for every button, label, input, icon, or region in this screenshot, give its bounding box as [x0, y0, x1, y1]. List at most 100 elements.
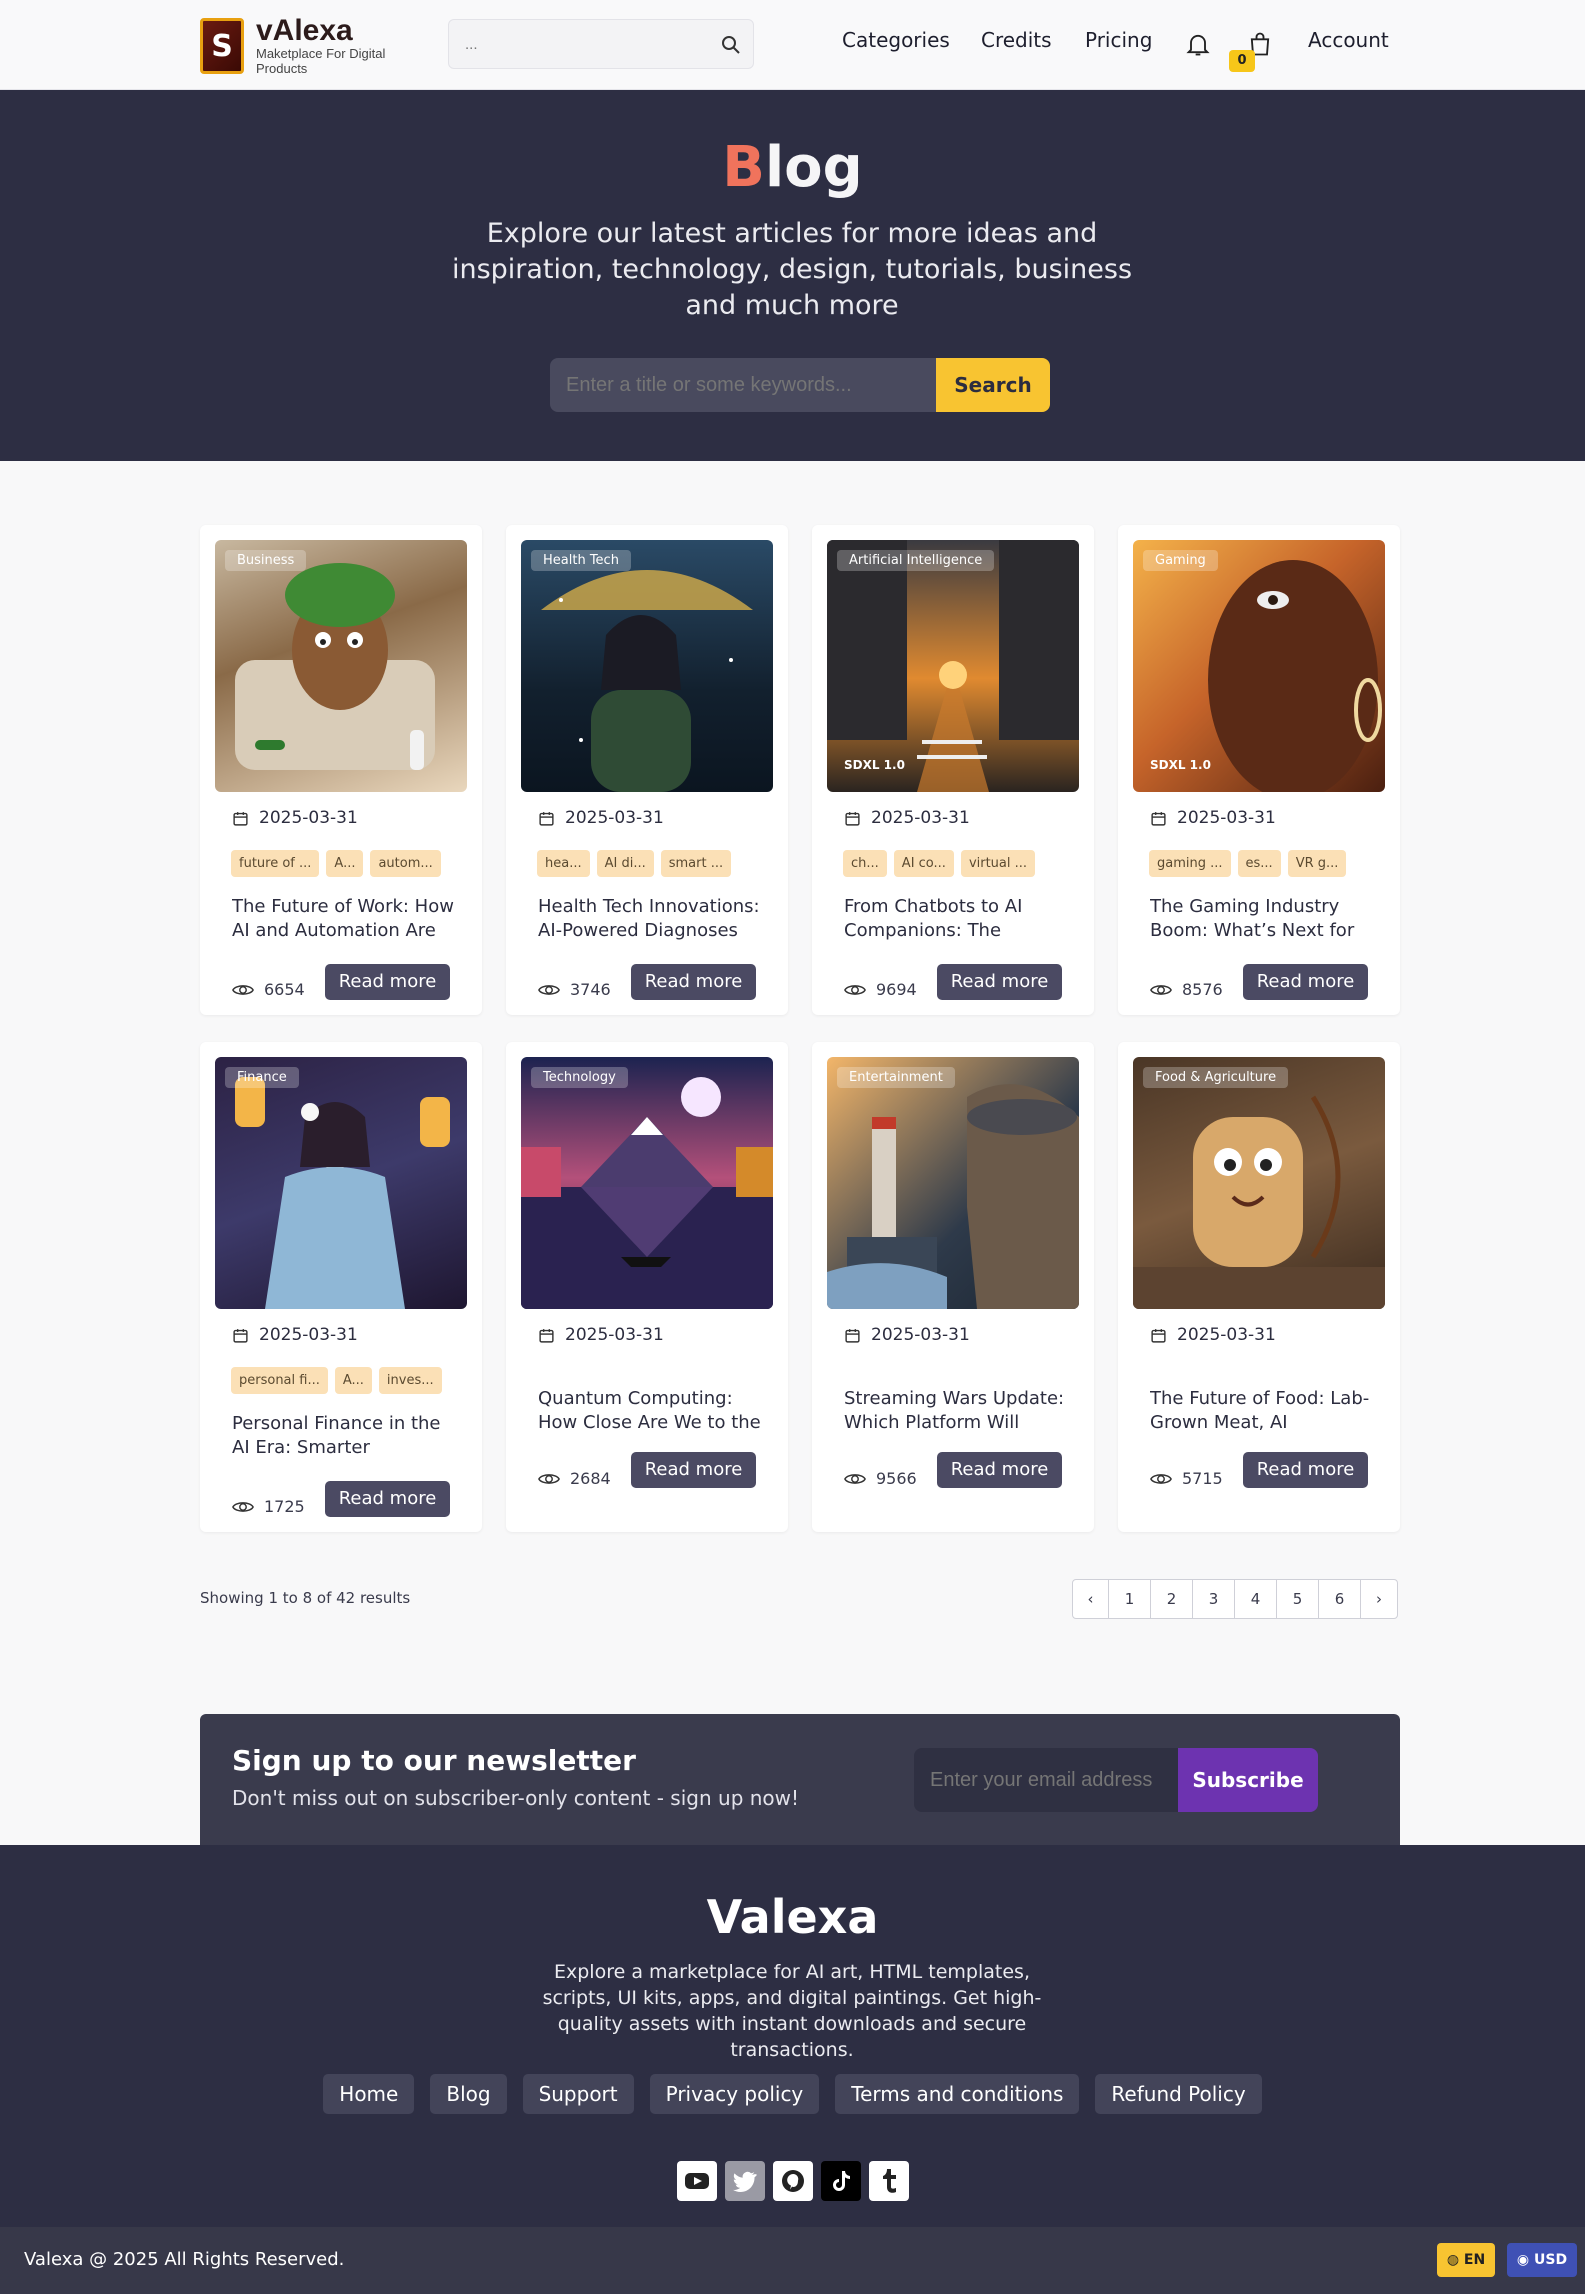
- footer-bottom-bar: Valexa @ 2025 All Rights Reserved. ◍ EN …: [0, 2227, 1585, 2294]
- page-6-button[interactable]: 6: [1319, 1580, 1361, 1618]
- card-image[interactable]: Entertainment: [827, 1057, 1079, 1309]
- card-title[interactable]: The Gaming Industry Boom: What’s Next fo…: [1150, 895, 1376, 943]
- tag-chip[interactable]: smart ...: [660, 850, 732, 877]
- page-4-button[interactable]: 4: [1235, 1580, 1277, 1618]
- tag-chip[interactable]: AI co...: [893, 850, 954, 877]
- category-badge[interactable]: Entertainment: [837, 1067, 955, 1088]
- tree-character-illustration: [235, 563, 435, 770]
- read-more-button[interactable]: Read more: [631, 1452, 756, 1488]
- card-title[interactable]: Quantum Computing: How Close Are We to t…: [538, 1387, 764, 1435]
- tumblr-icon[interactable]: [868, 2161, 909, 2201]
- category-badge[interactable]: Gaming: [1143, 550, 1218, 571]
- youtube-icon[interactable]: [676, 2161, 717, 2201]
- nav-pricing[interactable]: Pricing: [1085, 28, 1152, 52]
- page-3-button[interactable]: 3: [1193, 1580, 1235, 1618]
- tiktok-icon[interactable]: [820, 2161, 861, 2201]
- blog-hero: Blog Explore our latest articles for mor…: [0, 90, 1585, 461]
- footer-description: Explore a marketplace for AI art, HTML t…: [542, 1961, 1042, 2061]
- card-title[interactable]: Streaming Wars Update: Which Platform Wi…: [844, 1387, 1070, 1435]
- read-more-button[interactable]: Read more: [937, 964, 1062, 1000]
- category-badge[interactable]: Health Tech: [531, 550, 631, 571]
- eye-icon: [1150, 1473, 1172, 1484]
- page-1-button[interactable]: 1: [1109, 1580, 1151, 1618]
- card-image[interactable]: Business: [215, 540, 467, 792]
- footer-link-refund[interactable]: Refund Policy: [1095, 2074, 1262, 2114]
- category-badge[interactable]: Artificial Intelligence: [837, 550, 995, 571]
- tag-chip[interactable]: VR g...: [1287, 850, 1347, 877]
- card-image[interactable]: Gaming SDXL 1.0: [1133, 540, 1385, 792]
- subscribe-button[interactable]: Subscribe: [1178, 1748, 1318, 1812]
- category-badge[interactable]: Business: [225, 550, 307, 571]
- tag-chip[interactable]: es...: [1237, 850, 1281, 877]
- footer-link-terms[interactable]: Terms and conditions: [835, 2074, 1080, 2114]
- tag-chip[interactable]: future of ...: [231, 850, 320, 877]
- newsletter-section: Sign up to our newsletter Don't miss out…: [200, 1714, 1400, 1845]
- card-title[interactable]: The Future of Work: How AI and Automatio…: [232, 895, 458, 943]
- nav-categories[interactable]: Categories: [842, 28, 950, 52]
- footer-link-home[interactable]: Home: [323, 2074, 415, 2114]
- page-2-button[interactable]: 2: [1151, 1580, 1193, 1618]
- card-image[interactable]: Technology: [521, 1057, 773, 1309]
- search-icon[interactable]: [719, 33, 743, 57]
- newsletter-title: Sign up to our newsletter: [232, 1744, 636, 1777]
- tag-chip[interactable]: gaming ...: [1149, 850, 1231, 877]
- category-badge[interactable]: Finance: [225, 1067, 299, 1088]
- tag-chip[interactable]: inves...: [378, 1367, 442, 1394]
- blog-card: Business 2025-03-31 future of ... A... a…: [200, 525, 482, 1015]
- nav-account[interactable]: Account: [1308, 28, 1389, 52]
- tag-chip[interactable]: personal fi...: [231, 1367, 328, 1394]
- calendar-icon: [1151, 1328, 1166, 1343]
- read-more-button[interactable]: Read more: [937, 1452, 1062, 1488]
- tag-chip[interactable]: ch...: [843, 850, 887, 877]
- category-badge[interactable]: Technology: [531, 1067, 628, 1088]
- bell-icon[interactable]: [1184, 30, 1212, 58]
- portrait-illustration: [1208, 560, 1382, 792]
- category-badge[interactable]: Food & Agriculture: [1143, 1067, 1289, 1088]
- next-page-button[interactable]: ›: [1361, 1580, 1397, 1618]
- prev-page-button[interactable]: ‹: [1073, 1580, 1109, 1618]
- calendar-icon: [539, 811, 554, 826]
- footer-link-support[interactable]: Support: [522, 2074, 634, 2114]
- tag-chip[interactable]: autom...: [370, 850, 441, 877]
- card-image[interactable]: Finance: [215, 1057, 467, 1309]
- card-title[interactable]: Health Tech Innovations: AI-Powered Diag…: [538, 895, 764, 943]
- footer-link-blog[interactable]: Blog: [430, 2074, 507, 2114]
- card-date: 2025-03-31: [232, 808, 358, 828]
- logo-tagline: Maketplace For Digital Products: [256, 46, 386, 76]
- read-more-button[interactable]: Read more: [325, 964, 450, 1000]
- read-more-button[interactable]: Read more: [631, 964, 756, 1000]
- city-street-illustration: [827, 540, 1079, 792]
- blog-search-input[interactable]: [550, 358, 936, 412]
- footer-link-privacy[interactable]: Privacy policy: [649, 2074, 820, 2114]
- pinterest-icon[interactable]: [772, 2161, 813, 2201]
- card-title[interactable]: The Future of Food: Lab-Grown Meat, AI: [1150, 1387, 1376, 1435]
- read-more-button[interactable]: Read more: [325, 1481, 450, 1517]
- currency-selector[interactable]: ◉ USD: [1507, 2243, 1577, 2277]
- card-image[interactable]: Food & Agriculture: [1133, 1057, 1385, 1309]
- site-logo[interactable]: S vAlexa Maketplace For Digital Products: [200, 16, 406, 76]
- view-count: 8576: [1150, 980, 1223, 999]
- view-count: 1725: [232, 1497, 305, 1516]
- hero-subtitle: Explore our latest articles for more ide…: [451, 218, 1133, 321]
- blog-search-button[interactable]: Search: [936, 358, 1050, 412]
- tag-chip[interactable]: A...: [326, 850, 364, 877]
- read-more-button[interactable]: Read more: [1243, 1452, 1368, 1488]
- twitter-icon[interactable]: [724, 2161, 765, 2201]
- read-more-button[interactable]: Read more: [1243, 964, 1368, 1000]
- card-image[interactable]: Health Tech: [521, 540, 773, 792]
- view-count: 9694: [844, 980, 917, 999]
- language-selector[interactable]: ◍ EN: [1437, 2243, 1495, 2277]
- tag-chip[interactable]: AI di...: [596, 850, 654, 877]
- tag-chip[interactable]: virtual ...: [960, 850, 1036, 877]
- page-5-button[interactable]: 5: [1277, 1580, 1319, 1618]
- tag-chip[interactable]: A...: [334, 1367, 372, 1394]
- newsletter-email-input[interactable]: [914, 1748, 1178, 1812]
- card-title[interactable]: From Chatbots to AI Companions: The: [844, 895, 1070, 943]
- view-count: 3746: [538, 980, 611, 999]
- card-title[interactable]: Personal Finance in the AI Era: Smarter …: [232, 1412, 458, 1460]
- nav-credits[interactable]: Credits: [981, 28, 1052, 52]
- eye-icon: [844, 1473, 866, 1484]
- header-search-input[interactable]: [449, 20, 689, 68]
- card-image[interactable]: Artificial Intelligence SDXL 1.0: [827, 540, 1079, 792]
- tag-chip[interactable]: hea...: [537, 850, 590, 877]
